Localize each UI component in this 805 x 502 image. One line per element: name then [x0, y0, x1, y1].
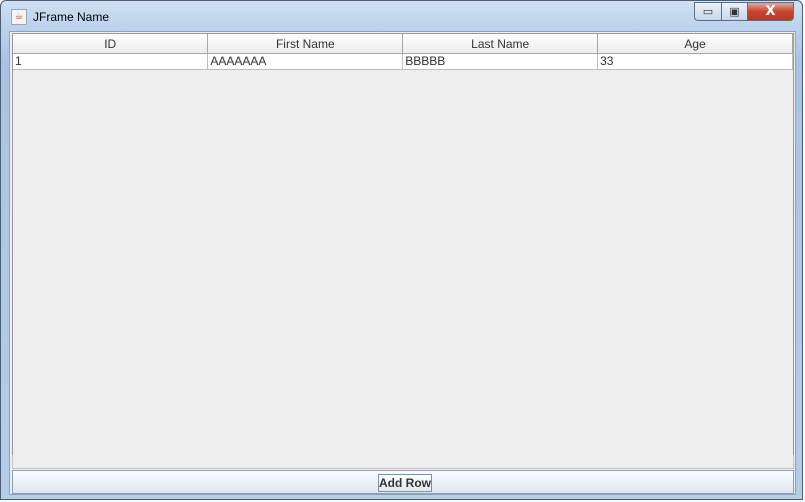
- minimize-icon: ▭: [702, 5, 714, 18]
- close-icon: X: [765, 4, 776, 19]
- column-header-last-name[interactable]: Last Name: [402, 34, 599, 54]
- cell-age[interactable]: 33: [597, 53, 793, 70]
- table-row[interactable]: 1 AAAAAAA BBBBB 33: [13, 53, 793, 70]
- column-header-id[interactable]: ID: [13, 34, 209, 54]
- button-panel: Add Row: [12, 470, 794, 494]
- data-table: ID First Name Last Name Age 1 AAAAAAA BB…: [13, 34, 793, 70]
- cell-last-name[interactable]: BBBBB: [402, 53, 599, 70]
- column-header-age[interactable]: Age: [597, 34, 793, 54]
- cell-first-name[interactable]: AAAAAAA: [207, 53, 404, 70]
- maximize-button[interactable]: ▣: [721, 2, 747, 21]
- content-pane: ID First Name Last Name Age 1 AAAAAAA BB…: [9, 31, 796, 495]
- maximize-icon: ▣: [729, 5, 740, 18]
- horizontal-scrollbar[interactable]: [12, 455, 794, 469]
- add-row-button[interactable]: Add Row: [378, 474, 432, 492]
- table-header-row: ID First Name Last Name Age: [13, 34, 793, 54]
- column-header-first-name[interactable]: First Name: [207, 34, 404, 54]
- app-window: ☕ JFrame Name ▭ ▣ X ID First Name Last N…: [0, 0, 803, 500]
- java-icon: ☕: [11, 9, 27, 25]
- cell-id[interactable]: 1: [13, 53, 209, 70]
- close-button[interactable]: X: [747, 2, 794, 21]
- window-controls: ▭ ▣ X: [694, 2, 794, 22]
- window-title: JFrame Name: [33, 10, 110, 24]
- title-bar[interactable]: ☕ JFrame Name ▭ ▣ X: [1, 1, 802, 31]
- minimize-button[interactable]: ▭: [694, 2, 721, 21]
- table-scroll-pane[interactable]: ID First Name Last Name Age 1 AAAAAAA BB…: [12, 33, 794, 456]
